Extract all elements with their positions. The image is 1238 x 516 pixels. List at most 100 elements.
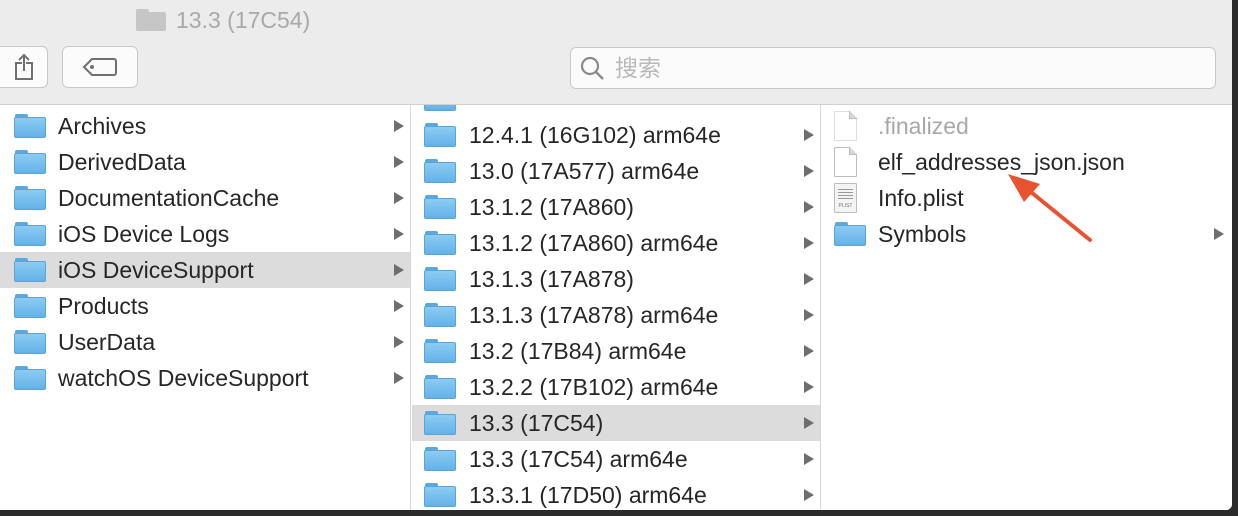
annotation-arrow-icon: [1008, 174, 1092, 242]
list-item[interactable]: 13.1.2 (17A860): [412, 189, 820, 225]
folder-icon: [424, 230, 456, 256]
item-label: UserData: [58, 329, 156, 355]
item-label: 13.1.2 (17A860): [469, 194, 634, 220]
document-icon: [834, 147, 857, 177]
folder-icon: [14, 185, 46, 211]
item-label: DocumentationCache: [58, 185, 280, 211]
item-label: 13.2 (17B84) arm64e: [469, 338, 687, 364]
item-label: Products: [58, 293, 149, 319]
list-item[interactable]: Archives: [0, 108, 410, 144]
column-divider[interactable]: [820, 105, 821, 510]
item-label: Info.plist: [878, 185, 964, 211]
folder-icon: [14, 113, 46, 139]
list-item-partial[interactable]: [412, 105, 820, 117]
list-item[interactable]: Products: [0, 288, 410, 324]
column-library[interactable]: Archives DerivedData DocumentationCache …: [0, 105, 410, 510]
disclosure-arrow-icon: [804, 237, 814, 249]
list-item[interactable]: 13.0 (17A577) arm64e: [412, 153, 820, 189]
list-item[interactable]: 13.1.3 (17A878) arm64e: [412, 297, 820, 333]
item-label: 13.0 (17A577) arm64e: [469, 158, 700, 184]
disclosure-arrow-icon: [394, 228, 404, 240]
column-divider[interactable]: [410, 105, 411, 510]
list-item[interactable]: 13.3 (17C54) arm64e: [412, 441, 820, 477]
list-item[interactable]: 12.4.1 (16G102) arm64e: [412, 117, 820, 153]
disclosure-arrow-icon: [1214, 228, 1224, 240]
disclosure-arrow-icon: [394, 192, 404, 204]
item-label: 13.1.3 (17A878): [469, 266, 634, 292]
tag-icon: [82, 58, 117, 76]
folder-icon: [424, 410, 456, 436]
item-label: 13.2.2 (17B102) arm64e: [469, 374, 719, 400]
list-item[interactable]: DerivedData: [0, 144, 410, 180]
disclosure-arrow-icon: [804, 129, 814, 141]
item-label: DerivedData: [58, 149, 186, 175]
list-item[interactable]: 13.2 (17B84) arm64e: [412, 333, 820, 369]
disclosure-arrow-icon: [804, 381, 814, 393]
disclosure-arrow-icon: [804, 417, 814, 429]
folder-icon: [424, 374, 456, 400]
disclosure-arrow-icon: [394, 372, 404, 384]
disclosure-arrow-icon: [804, 489, 814, 501]
column-contents[interactable]: .finalized elf_addresses_json.json PLIST…: [822, 105, 1232, 510]
search-field[interactable]: [570, 47, 1216, 89]
folder-icon: [14, 221, 46, 247]
list-item[interactable]: 13.1.3 (17A878): [412, 261, 820, 297]
plist-file-icon: PLIST: [834, 183, 857, 213]
toolbar: 13.3 (17C54): [0, 0, 1232, 105]
folder-icon: [424, 338, 456, 364]
folder-icon: [424, 266, 456, 292]
column-device-support[interactable]: 12.4.1 (16G102) arm64e 13.0 (17A577) arm…: [412, 105, 820, 510]
item-label: watchOS DeviceSupport: [58, 365, 309, 391]
list-item[interactable]: .finalized: [822, 108, 1232, 144]
disclosure-arrow-icon: [804, 453, 814, 465]
item-label: Symbols: [878, 221, 967, 247]
list-item[interactable]: DocumentationCache: [0, 180, 410, 216]
folder-icon: [14, 257, 46, 283]
folder-icon: [14, 149, 46, 175]
folder-icon: [834, 221, 866, 247]
disclosure-arrow-icon: [394, 264, 404, 276]
item-label: iOS DeviceSupport: [58, 257, 254, 283]
list-item[interactable]: iOS Device Logs: [0, 216, 410, 252]
share-button[interactable]: [0, 46, 48, 88]
folder-icon: [424, 446, 456, 472]
item-label: .finalized: [878, 113, 969, 139]
item-label: iOS Device Logs: [58, 221, 230, 247]
disclosure-arrow-icon: [394, 156, 404, 168]
folder-icon: [136, 9, 166, 31]
folder-icon: [14, 293, 46, 319]
list-item-selected[interactable]: iOS DeviceSupport: [0, 252, 410, 288]
disclosure-arrow-icon: [394, 336, 404, 348]
window-title-text: 13.3 (17C54): [176, 6, 311, 33]
disclosure-arrow-icon: [804, 201, 814, 213]
list-item[interactable]: watchOS DeviceSupport: [0, 360, 410, 396]
folder-icon: [424, 194, 456, 220]
item-label: 13.1.3 (17A878) arm64e: [469, 302, 719, 328]
disclosure-arrow-icon: [804, 345, 814, 357]
finder-window: 13.3 (17C54) 搜索 Archives DerivedData Doc…: [0, 0, 1232, 510]
list-item-selected[interactable]: 13.3 (17C54): [412, 405, 820, 441]
item-label: Archives: [58, 113, 147, 139]
disclosure-arrow-icon: [804, 165, 814, 177]
folder-icon: [424, 302, 456, 328]
share-icon: [15, 53, 33, 80]
list-item[interactable]: 13.3.1 (17D50) arm64e: [412, 477, 820, 510]
folder-icon: [424, 482, 456, 508]
folder-icon: [14, 329, 46, 355]
tag-button[interactable]: [62, 46, 138, 88]
search-input[interactable]: [613, 53, 1177, 83]
item-label: 13.3.1 (17D50) arm64e: [469, 482, 707, 508]
item-label: 13.1.2 (17A860) arm64e: [469, 230, 719, 256]
item-label: 13.3 (17C54): [469, 410, 604, 436]
list-item[interactable]: 13.1.2 (17A860) arm64e: [412, 225, 820, 261]
list-item[interactable]: 13.2.2 (17B102) arm64e: [412, 369, 820, 405]
folder-icon: [14, 365, 46, 391]
disclosure-arrow-icon: [804, 309, 814, 321]
window-title: 13.3 (17C54): [136, 6, 310, 34]
list-item[interactable]: UserData: [0, 324, 410, 360]
disclosure-arrow-icon: [394, 300, 404, 312]
item-label: 12.4.1 (16G102) arm64e: [469, 122, 721, 148]
disclosure-arrow-icon: [394, 120, 404, 132]
disclosure-arrow-icon: [804, 273, 814, 285]
folder-icon: [424, 122, 456, 148]
